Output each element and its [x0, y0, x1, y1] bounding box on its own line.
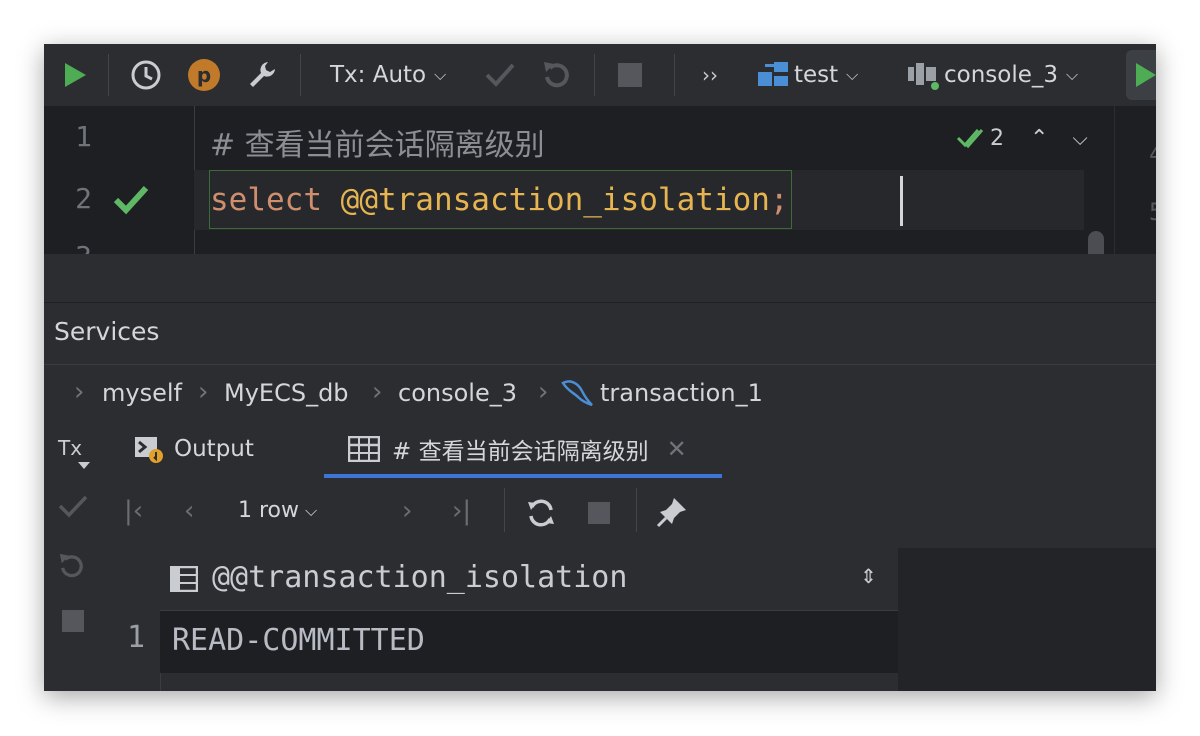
- breadcrumb-item[interactable]: console_3: [398, 365, 517, 421]
- inspection-widget[interactable]: 2 ⌃ ⌵: [956, 124, 1088, 152]
- refresh-icon[interactable]: [526, 498, 556, 532]
- row-count-label: 1 row: [238, 498, 300, 523]
- chevron-down-icon: ⌵: [434, 65, 447, 84]
- table-row[interactable]: READ-COMMITTED: [160, 611, 898, 673]
- sql-comment: # 查看当前会话隔离级别: [210, 128, 545, 163]
- column-header-label: @@transaction_isolation: [212, 560, 628, 595]
- stop-icon[interactable]: [588, 502, 610, 524]
- next-page-icon[interactable]: ›: [402, 496, 412, 526]
- results-grid: @@transaction_isolation ⇕ 1 READ-COMMITT…: [102, 548, 1156, 691]
- table-cell[interactable]: READ-COMMITTED: [172, 623, 425, 658]
- sort-icon[interactable]: ⇕: [860, 564, 877, 588]
- line-number: 3: [52, 240, 92, 254]
- chevron-right-icon: ›: [198, 377, 209, 407]
- breadcrumb-item[interactable]: MyECS_db: [224, 365, 349, 421]
- chevron-up-icon[interactable]: ⌃: [1030, 126, 1048, 151]
- column-icon: [170, 566, 198, 592]
- sql-semicolon: ;: [769, 181, 789, 218]
- rollback-icon[interactable]: [542, 44, 572, 106]
- split-editor-gutter: 4 5: [1114, 106, 1156, 254]
- stop-icon[interactable]: [618, 44, 642, 106]
- results-tabs: Output # 查看当前会话隔离级别 ✕: [102, 420, 1156, 479]
- first-page-icon[interactable]: |‹: [124, 496, 143, 526]
- run-console-button[interactable]: [1126, 50, 1156, 100]
- chevron-right-icon: ›: [372, 377, 383, 407]
- schema-icon: [758, 62, 788, 86]
- empty-grid-area: [898, 548, 1156, 691]
- commit-icon[interactable]: [58, 494, 88, 524]
- results-toolbar: |‹ ‹ 1 row ⌵ › ›|: [102, 478, 1156, 549]
- sql-editor[interactable]: 1 2 3 # 查看当前会话隔离级别 select @@transaction_…: [44, 106, 1114, 303]
- console-icon: [908, 63, 939, 90]
- last-page-icon[interactable]: ›|: [452, 496, 471, 526]
- more-icon[interactable]: ››: [702, 44, 718, 106]
- rollback-icon[interactable]: [58, 552, 86, 584]
- mysql-dolphin-icon: [560, 377, 594, 413]
- services-header: Services: [44, 302, 1156, 365]
- table-grid-icon: [348, 436, 380, 462]
- tx-mode-dropdown[interactable]: Tx: Auto ⌵: [330, 44, 446, 106]
- column-header[interactable]: @@transaction_isolation ⇕: [160, 548, 898, 611]
- row-number: 1: [126, 620, 146, 655]
- console-label: console_3: [944, 62, 1059, 88]
- chevron-down-icon: ⌵: [1066, 65, 1079, 84]
- previous-page-icon[interactable]: ‹: [184, 496, 194, 526]
- chevron-right-icon: ›: [538, 377, 549, 407]
- history-icon[interactable]: [130, 44, 162, 106]
- wrench-icon[interactable]: [246, 44, 278, 106]
- services-title: Services: [54, 317, 160, 346]
- checkmark-icon: [112, 182, 150, 220]
- chevron-down-icon: ⌵: [305, 500, 318, 520]
- line-number: 1: [75, 120, 92, 153]
- breadcrumb: › myself › MyECS_db › console_3 › transa…: [44, 364, 1156, 422]
- output-console-icon: [135, 437, 163, 463]
- stop-icon[interactable]: [62, 610, 84, 632]
- sql-variable: @@transaction_isolation: [340, 181, 770, 218]
- sql-statement[interactable]: select @@transaction_isolation ;: [209, 170, 792, 229]
- line-number: 5: [1149, 198, 1156, 226]
- chevron-right-icon: ›: [74, 377, 85, 407]
- main-toolbar: p Tx: Auto ⌵ ›› test ⌵ console_3 ⌵: [44, 44, 1156, 107]
- line-number: 2: [75, 182, 92, 215]
- tab-output[interactable]: Output: [134, 420, 254, 478]
- commit-icon[interactable]: [484, 44, 516, 106]
- text-cursor: [900, 176, 903, 226]
- inspection-count: 2: [990, 125, 1004, 151]
- row-count-dropdown[interactable]: 1 row ⌵: [238, 498, 317, 523]
- console-dropdown[interactable]: console_3 ⌵: [906, 44, 1078, 106]
- dropdown-arrow-icon: [78, 462, 90, 469]
- tab-result[interactable]: # 查看当前会话隔离级别 ✕: [348, 420, 687, 478]
- tx-mode-label: Tx: Auto: [330, 62, 427, 88]
- run-icon[interactable]: [62, 44, 88, 106]
- profile-badge-label: p: [188, 59, 220, 91]
- tab-result-label: # 查看当前会话隔离级别: [392, 439, 649, 465]
- close-icon[interactable]: ✕: [667, 435, 687, 463]
- double-check-icon: [956, 129, 984, 149]
- breadcrumb-item[interactable]: myself: [102, 365, 182, 421]
- chevron-down-icon[interactable]: ⌵: [1072, 126, 1087, 150]
- datasource-label: test: [794, 62, 839, 88]
- breadcrumb-item[interactable]: transaction_1: [600, 365, 763, 421]
- ide-window: p Tx: Auto ⌵ ›› test ⌵ console_3 ⌵ 1 2 #…: [44, 44, 1156, 691]
- editor-bottom-space: [44, 254, 1156, 302]
- tx-side-toolbar: Tx: [44, 420, 103, 691]
- line-number: 4: [1149, 140, 1156, 168]
- tab-output-label: Output: [174, 436, 254, 462]
- pin-icon[interactable]: [656, 496, 688, 532]
- chevron-down-icon: ⌵: [846, 65, 859, 84]
- tx-menu-label[interactable]: Tx: [58, 436, 82, 460]
- datasource-dropdown[interactable]: test ⌵: [756, 44, 858, 106]
- sql-keyword: select: [210, 181, 322, 218]
- profile-badge-icon[interactable]: p: [188, 44, 220, 106]
